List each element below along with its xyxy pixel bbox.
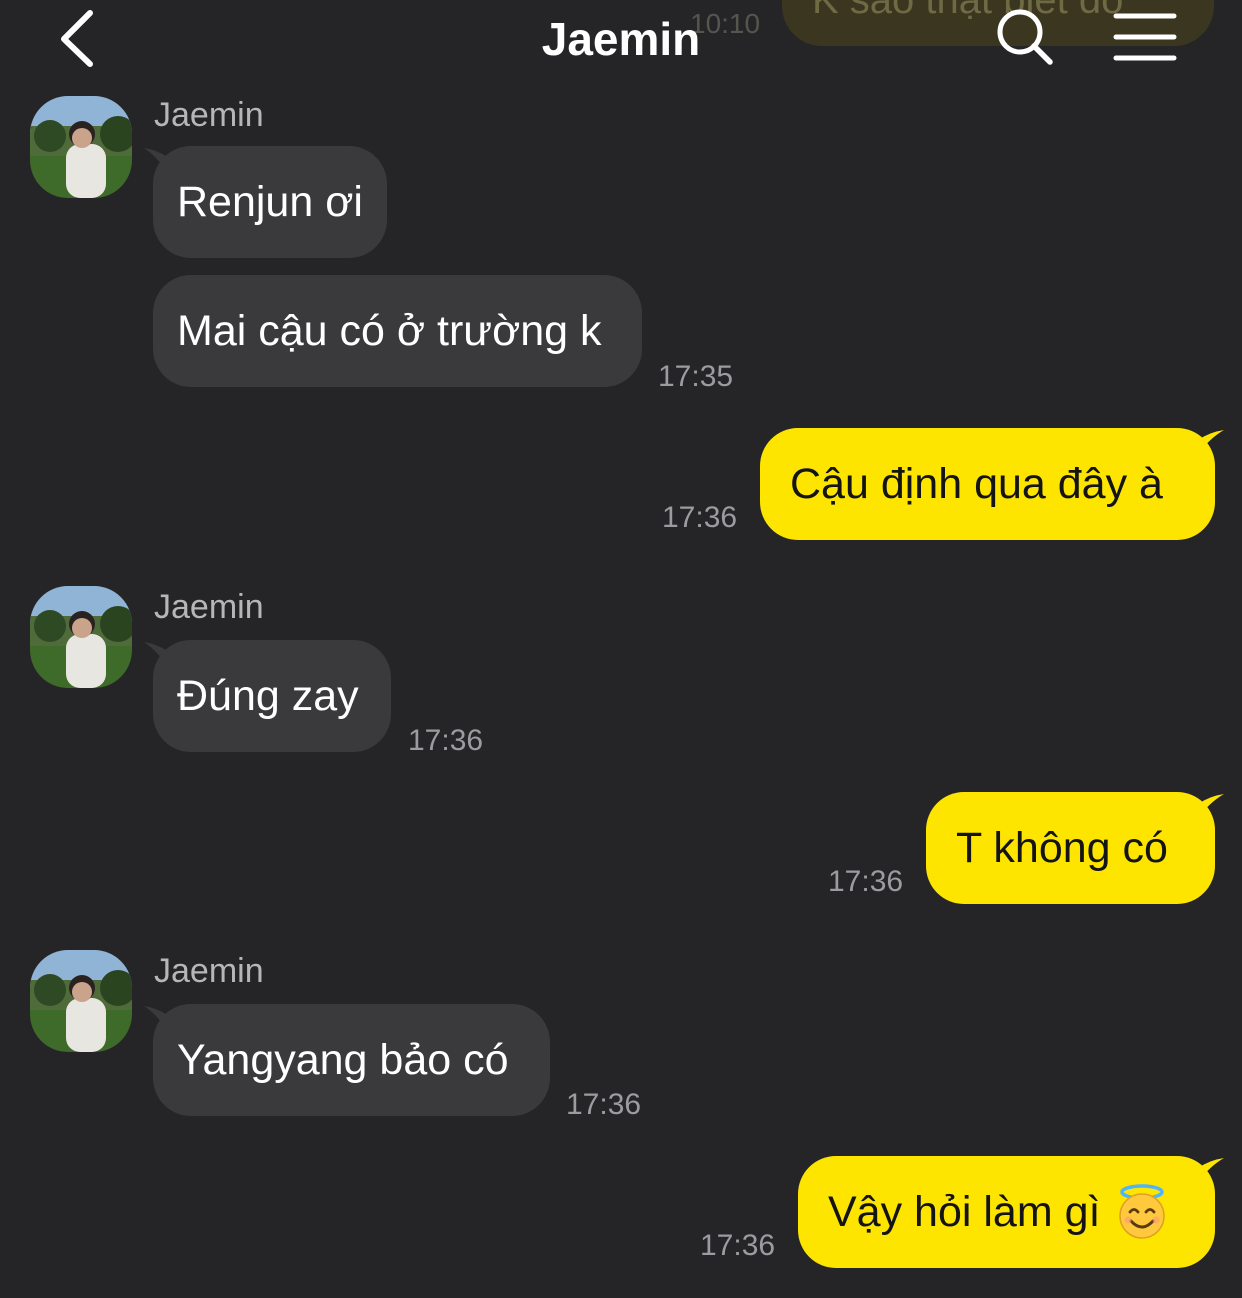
search-icon (997, 9, 1053, 65)
message-time: 17:36 (408, 724, 484, 757)
message-time: 17:36 (662, 501, 738, 534)
incoming-message-bubble[interactable]: Renjun ơi (153, 146, 387, 258)
avatar[interactable] (30, 950, 132, 1052)
sender-name: Jaemin (154, 96, 264, 134)
avatar[interactable] (30, 586, 132, 688)
profile-photo (30, 950, 132, 1052)
sender-name: Jaemin (154, 952, 264, 990)
sender-name: Jaemin (154, 588, 264, 626)
message-time: 17:36 (700, 1229, 776, 1262)
smiling-face-with-halo-icon (1119, 1184, 1166, 1239)
incoming-message-bubble[interactable]: Đúng zay (153, 640, 391, 752)
chat-header: 10:10 K sao thật biết đó Jaemin (0, 0, 1242, 80)
bubble-tail (1198, 430, 1224, 454)
message-time: 17:36 (566, 1088, 642, 1121)
avatar[interactable] (30, 96, 132, 198)
menu-button[interactable] (1112, 10, 1178, 64)
outgoing-message-text: Vậy hỏi làm gì (828, 1187, 1101, 1236)
message-time: 17:36 (828, 865, 904, 898)
profile-photo (30, 96, 132, 198)
bubble-tail (1198, 1158, 1224, 1182)
search-button[interactable] (994, 6, 1056, 68)
outgoing-message-bubble[interactable]: Cậu định qua đây à (760, 428, 1215, 540)
incoming-message-bubble[interactable]: Yangyang bảo có (153, 1004, 550, 1116)
menu-icon (1113, 13, 1177, 61)
outgoing-message-bubble[interactable]: Vậy hỏi làm gì (798, 1156, 1215, 1268)
incoming-message-bubble[interactable]: Mai cậu có ở trường k (153, 275, 642, 387)
outgoing-message-bubble[interactable]: T không có (926, 792, 1215, 904)
message-time: 17:35 (658, 360, 734, 393)
bubble-tail (1198, 794, 1224, 818)
profile-photo (30, 586, 132, 688)
